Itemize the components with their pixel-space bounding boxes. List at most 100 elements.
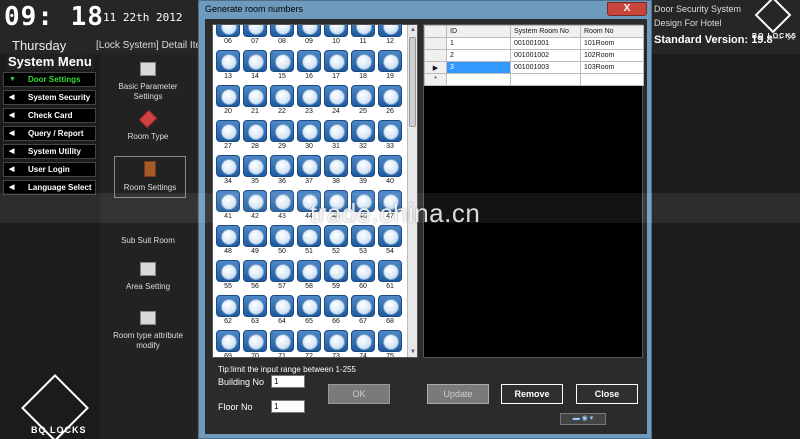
room-cell[interactable]: 19 [377,50,403,84]
room-cell[interactable]: 16 [296,50,322,84]
room-cell[interactable]: 12 [377,25,403,49]
building-no-input[interactable] [271,375,305,388]
room-cell[interactable]: 26 [377,85,403,119]
room-button-icon[interactable] [351,260,375,282]
close-app-icon[interactable]: ✕ [786,30,796,44]
room-cell[interactable]: 17 [323,50,349,84]
cell-id[interactable]: 1 [446,37,511,50]
room-button-icon[interactable] [270,260,294,282]
floor-no-input[interactable] [271,400,305,413]
room-button-icon[interactable] [378,25,402,37]
update-button[interactable]: Update [427,384,489,404]
room-cell[interactable]: 68 [377,295,403,329]
dialog-close-icon[interactable]: X [607,2,647,16]
room-cell[interactable]: 49 [242,225,268,259]
row-header[interactable] [424,37,447,50]
room-button-icon[interactable] [351,295,375,317]
menu-item-user-login[interactable]: ◀ User Login [3,162,96,177]
cell-room-no[interactable]: 101Room [580,37,644,50]
room-button-icon[interactable] [297,260,321,282]
room-button-icon[interactable] [324,260,348,282]
room-cell[interactable]: 37 [296,155,322,189]
room-button-icon[interactable] [378,330,402,352]
sub-item-area-setting[interactable]: Area Setting [108,262,188,292]
room-cell[interactable]: 15 [269,50,295,84]
room-cell[interactable]: 65 [296,295,322,329]
minimize-icon[interactable]: — [770,30,782,44]
room-button-icon[interactable] [351,85,375,107]
room-button-icon[interactable] [324,25,348,37]
room-button-icon[interactable] [378,260,402,282]
room-cell[interactable]: 69 [215,330,241,357]
room-button-icon[interactable] [270,155,294,177]
room-button-icon[interactable] [351,155,375,177]
room-cell[interactable]: 24 [323,85,349,119]
room-cell[interactable]: 21 [242,85,268,119]
menu-item-system-security[interactable]: ◀ System Security [3,90,96,105]
cell-room-no[interactable]: 103Room [580,61,644,74]
room-cell[interactable]: 08 [269,25,295,49]
room-cell[interactable]: 23 [296,85,322,119]
room-button-icon[interactable] [216,85,240,107]
room-cell[interactable]: 52 [323,225,349,259]
room-cell[interactable]: 57 [269,260,295,294]
room-button-icon[interactable] [270,120,294,142]
room-button-icon[interactable] [216,295,240,317]
room-cell[interactable]: 32 [350,120,376,154]
room-cell[interactable]: 39 [350,155,376,189]
table-row[interactable]: 2 001001002 102Room [424,49,644,62]
room-cell[interactable]: 35 [242,155,268,189]
room-button-icon[interactable] [243,330,267,352]
room-cell[interactable]: 11 [350,25,376,49]
menu-item-check-card[interactable]: ◀ Check Card [3,108,96,123]
room-button-icon[interactable] [270,295,294,317]
room-button-icon[interactable] [378,50,402,72]
room-cell[interactable]: 63 [242,295,268,329]
cell-system-room-no[interactable]: 001001003 [510,61,581,74]
room-cell[interactable]: 54 [377,225,403,259]
room-cell[interactable]: 13 [215,50,241,84]
room-button-icon[interactable] [297,155,321,177]
room-button-icon[interactable] [378,120,402,142]
room-button-icon[interactable] [378,85,402,107]
room-cell[interactable]: 33 [377,120,403,154]
column-header-id[interactable]: ID [446,25,511,38]
room-cell[interactable]: 58 [296,260,322,294]
cell-system-room-no[interactable]: 001001001 [510,37,581,50]
sub-item-room-type[interactable]: Room Type [108,109,188,142]
room-button-icon[interactable] [297,120,321,142]
room-button-icon[interactable] [324,50,348,72]
room-cell[interactable]: 06 [215,25,241,49]
room-button-icon[interactable] [324,120,348,142]
room-button-icon[interactable] [243,225,267,247]
room-button-icon[interactable] [243,260,267,282]
room-grid-scrollbar[interactable]: ▲ ▼ [407,25,417,357]
room-button-icon[interactable] [216,120,240,142]
room-button-icon[interactable] [324,155,348,177]
room-cell[interactable]: 40 [377,155,403,189]
scroll-up-icon[interactable]: ▲ [408,25,417,35]
room-cell[interactable]: 22 [269,85,295,119]
remove-button[interactable]: Remove [501,384,563,404]
room-button-icon[interactable] [351,50,375,72]
room-cell[interactable]: 70 [242,330,268,357]
room-cell[interactable]: 73 [323,330,349,357]
room-cell[interactable]: 60 [350,260,376,294]
cell-system-room-no[interactable] [510,73,581,86]
room-button-icon[interactable] [351,120,375,142]
cell-system-room-no[interactable]: 001001002 [510,49,581,62]
scroll-down-icon[interactable]: ▼ [408,347,417,357]
room-button-icon[interactable] [297,330,321,352]
ok-button[interactable]: OK [328,384,390,404]
room-button-icon[interactable] [297,25,321,37]
room-cell[interactable]: 75 [377,330,403,357]
room-cell[interactable]: 07 [242,25,268,49]
room-button-icon[interactable] [216,260,240,282]
table-row[interactable]: ▶ 3 001001003 103Room [424,61,644,74]
room-cell[interactable]: 25 [350,85,376,119]
room-button-icon[interactable] [243,295,267,317]
room-button-icon[interactable] [324,295,348,317]
room-cell[interactable]: 27 [215,120,241,154]
room-cell[interactable]: 29 [269,120,295,154]
room-cell[interactable]: 28 [242,120,268,154]
